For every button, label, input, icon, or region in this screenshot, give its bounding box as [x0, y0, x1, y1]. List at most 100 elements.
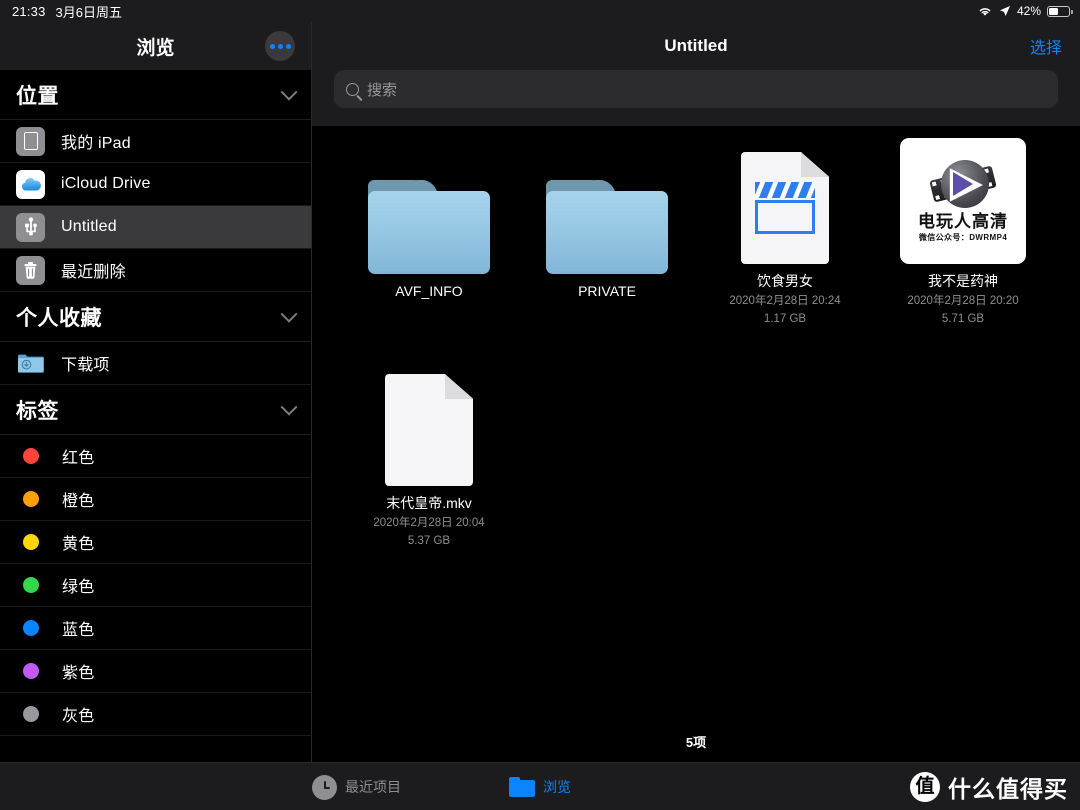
sidebar-tag-purple[interactable]: 紫色 — [0, 650, 311, 693]
search-icon — [346, 82, 359, 96]
file-name: 末代皇帝.mkv — [386, 495, 472, 511]
sidebar-section-title: 位置 — [16, 84, 59, 108]
sidebar-section-tags[interactable]: 标签 — [0, 385, 311, 435]
film-reel-play-icon — [929, 159, 997, 211]
sidebar-item-label: 最近删除 — [61, 264, 126, 281]
movie-poster-thumbnail: 电玩人高清 微信公众号：DWRMP4 — [900, 138, 1026, 264]
sidebar-item-downloads[interactable]: 下载项 — [0, 342, 311, 385]
file-item-movie[interactable]: 饮食男女 2020年2月28日 20:24 1.17 GB — [696, 124, 874, 328]
sidebar-title: 浏览 — [136, 37, 175, 59]
main-content: Untitled 选择 搜索 AVF_INFO PRIVATE 饮食男女 202… — [312, 22, 1080, 810]
tag-color-dot — [23, 706, 39, 722]
file-grid: AVF_INFO PRIVATE 饮食男女 2020年2月28日 20:24 1… — [312, 126, 1080, 722]
file-size: 5.37 GB — [407, 535, 451, 548]
usb-drive-icon — [16, 212, 45, 242]
file-size: 1.17 GB — [763, 313, 807, 326]
tab-label: 最近项目 — [345, 779, 401, 795]
sidebar-section-locations[interactable]: 位置 — [0, 70, 311, 120]
sidebar-tag-orange[interactable]: 橙色 — [0, 478, 311, 521]
tag-color-dot — [23, 491, 39, 507]
sidebar-section-title: 标签 — [16, 399, 59, 423]
search-input[interactable]: 搜索 — [334, 70, 1058, 108]
downloads-folder-icon — [16, 349, 45, 378]
file-item-document[interactable]: 末代皇帝.mkv 2020年2月28日 20:04 5.37 GB — [340, 346, 518, 550]
status-date: 3月6日周五 — [55, 4, 123, 20]
chevron-down-icon — [280, 83, 298, 101]
sidebar-item-recently-deleted[interactable]: 最近删除 — [0, 249, 311, 292]
sidebar-section-favorites[interactable]: 个人收藏 — [0, 292, 311, 342]
folder-icon — [368, 180, 490, 274]
sidebar-item-label: iCloud Drive — [61, 175, 151, 192]
file-date: 2020年2月28日 20:24 — [729, 294, 841, 307]
file-name: 饮食男女 — [757, 273, 813, 289]
status-bar-left: 21:33 3月6日周五 — [0, 2, 122, 21]
tab-browse[interactable]: 浏览 — [509, 763, 571, 810]
sidebar-item-my-ipad[interactable]: 我的 iPad — [0, 120, 311, 163]
status-bar: 21:33 3月6日周五 42% — [0, 0, 1080, 22]
tag-color-dot — [23, 448, 39, 464]
folder-icon — [546, 180, 668, 274]
blank-document-icon — [385, 374, 473, 486]
thumbnail-main-text: 电玩人高清 — [918, 212, 1008, 231]
page-title: Untitled — [664, 36, 728, 55]
item-count: 5项 — [685, 735, 707, 750]
sidebar-tag-red[interactable]: 红色 — [0, 435, 311, 478]
sidebar-tag-label: 绿色 — [62, 579, 95, 596]
sidebar-section-title: 个人收藏 — [16, 306, 102, 330]
movie-document-icon — [741, 152, 829, 264]
more-options-button[interactable] — [265, 31, 295, 61]
sidebar-header: 浏览 — [0, 22, 311, 70]
thumbnail-sub-text: 微信公众号：DWRMP4 — [918, 233, 1008, 242]
file-date: 2020年2月28日 20:04 — [373, 516, 485, 529]
tag-color-dot — [23, 620, 39, 636]
select-button[interactable]: 选择 — [1030, 34, 1062, 58]
file-thumbnail — [696, 124, 874, 264]
battery-percent: 42% — [1016, 4, 1041, 18]
sidebar-item-icloud-drive[interactable]: iCloud Drive — [0, 163, 311, 206]
file-thumbnail: 电玩人高清 微信公众号：DWRMP4 — [874, 124, 1052, 264]
search-placeholder: 搜索 — [367, 81, 398, 99]
sidebar-tag-label: 红色 — [62, 450, 95, 467]
tab-label: 浏览 — [543, 779, 571, 795]
sidebar-tag-label: 蓝色 — [62, 622, 95, 639]
search-bar-container: 搜索 — [312, 70, 1080, 126]
sidebar-tag-label: 橙色 — [62, 493, 95, 510]
ipad-files-app: 21:33 3月6日周五 42% 浏览 位置 我的 iPad iCloud Dr… — [0, 0, 1080, 810]
file-size: 5.71 GB — [941, 313, 985, 326]
file-thumbnail — [340, 134, 518, 274]
main-navbar: Untitled 选择 — [312, 22, 1080, 70]
sidebar-tag-label: 黄色 — [62, 536, 95, 553]
location-arrow-icon — [999, 5, 1011, 17]
sidebar-item-label: 下载项 — [61, 357, 110, 374]
file-name: 我不是药神 — [928, 273, 998, 289]
wifi-icon — [977, 5, 993, 17]
sidebar-item-label: 我的 iPad — [61, 135, 131, 152]
tab-bar: 最近项目 浏览 值 什么值得买 — [0, 762, 1080, 810]
watermark-logo: 值 — [910, 771, 940, 802]
sidebar-item-untitled[interactable]: Untitled — [0, 206, 311, 249]
tab-recents[interactable]: 最近项目 — [312, 763, 401, 810]
status-time: 21:33 — [12, 3, 46, 19]
sidebar-tag-gray[interactable]: 灰色 — [0, 693, 311, 736]
sidebar-tag-blue[interactable]: 蓝色 — [0, 607, 311, 650]
file-thumbnail — [518, 134, 696, 274]
folder-icon — [509, 777, 535, 797]
battery-icon — [1047, 5, 1073, 17]
chevron-down-icon — [280, 398, 298, 416]
clock-icon — [312, 774, 337, 800]
file-date: 2020年2月28日 20:20 — [907, 294, 1019, 307]
tag-color-dot — [23, 663, 39, 679]
watermark: 值 什么值得买 — [910, 770, 1068, 804]
file-thumbnail — [340, 346, 518, 486]
tag-color-dot — [23, 577, 39, 593]
file-name: AVF_INFO — [395, 283, 463, 299]
file-name: PRIVATE — [578, 283, 636, 299]
file-item-folder[interactable]: AVF_INFO — [340, 134, 518, 301]
file-item-folder[interactable]: PRIVATE — [518, 134, 696, 301]
ipad-icon — [16, 126, 45, 156]
sidebar-tag-green[interactable]: 绿色 — [0, 564, 311, 607]
file-item-movie[interactable]: 电玩人高清 微信公众号：DWRMP4 我不是药神 2020年2月28日 20:2… — [874, 124, 1052, 328]
sidebar-tag-label: 灰色 — [62, 708, 95, 725]
chevron-down-icon — [280, 305, 298, 323]
sidebar-tag-yellow[interactable]: 黄色 — [0, 521, 311, 564]
